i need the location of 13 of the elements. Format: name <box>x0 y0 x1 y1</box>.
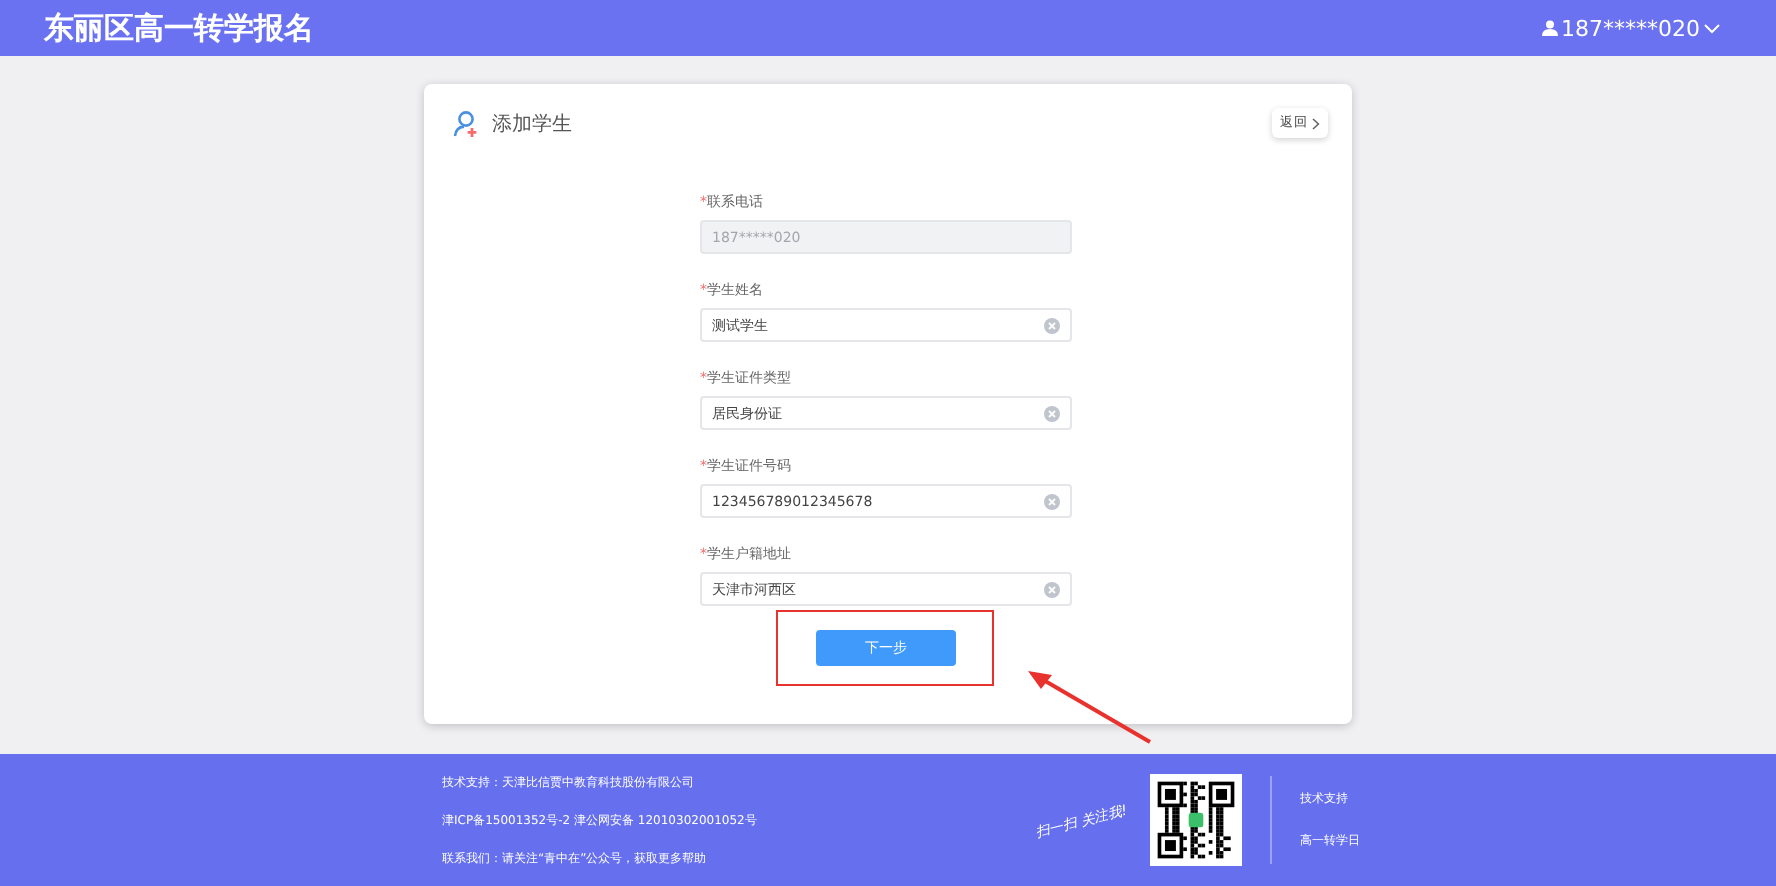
add-user-icon <box>452 109 480 137</box>
pointer-arrow <box>1028 670 1152 744</box>
site-title: 东丽区高一转学报名 <box>44 9 314 47</box>
clear-icon[interactable] <box>1044 581 1060 597</box>
card-title: 添加学生 <box>492 111 572 137</box>
user-menu[interactable]: 187*****020 <box>1541 15 1720 41</box>
qr-code <box>1150 774 1242 866</box>
chevron-down-icon <box>1704 23 1720 33</box>
clear-icon[interactable] <box>1044 317 1060 333</box>
chevron-right-icon <box>1312 117 1320 129</box>
clear-icon[interactable] <box>1044 405 1060 421</box>
clear-icon[interactable] <box>1044 493 1060 509</box>
user-icon <box>1541 20 1557 36</box>
